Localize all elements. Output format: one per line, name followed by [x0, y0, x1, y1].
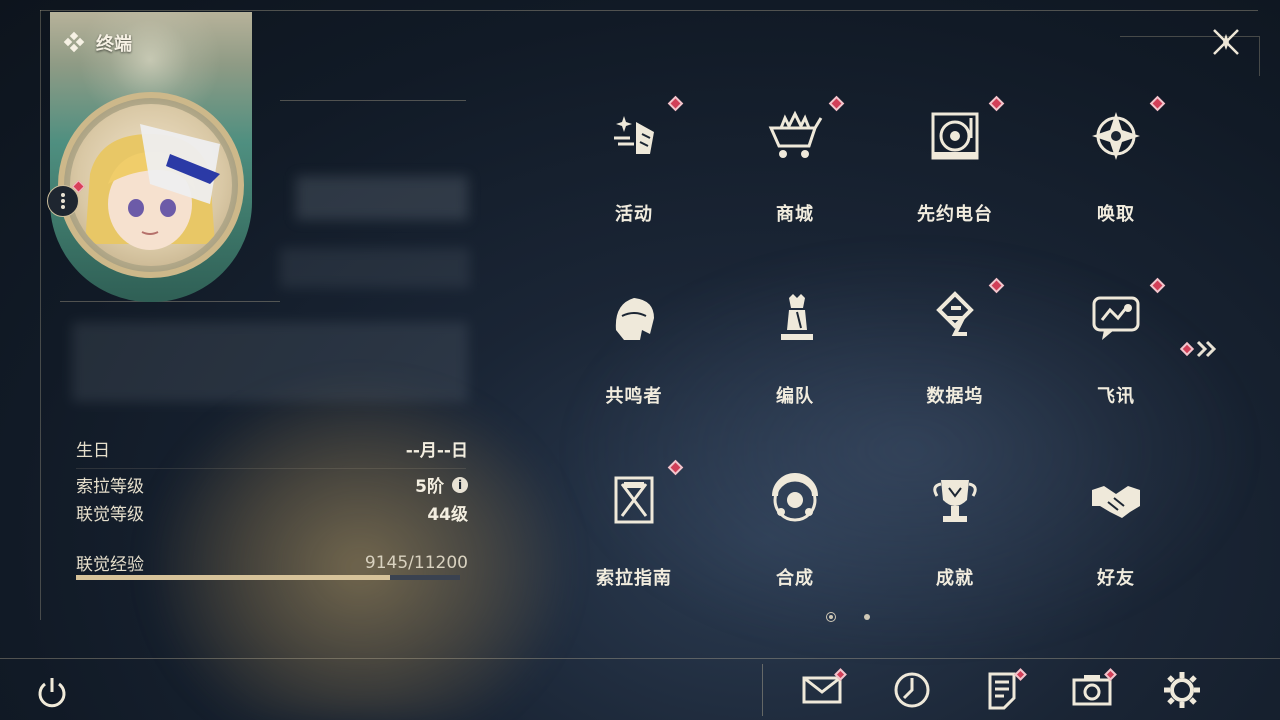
record-player-icon [931, 112, 979, 160]
redacted-signature [72, 322, 468, 402]
menu-label: 飞讯 [1097, 386, 1135, 407]
power-button[interactable] [34, 674, 70, 710]
next-page-button[interactable] [1179, 340, 1218, 358]
menu-label: 活动 [615, 204, 653, 225]
gear-icon [1164, 672, 1200, 708]
menu-item-shop[interactable]: 商城 [745, 95, 845, 236]
pagination [826, 612, 870, 622]
birthday-value: --月--日 [405, 441, 468, 461]
menu-item-guide[interactable]: 索拉指南 [584, 459, 684, 600]
union-exp-row: 联觉经验 9145/11200 [76, 550, 468, 576]
mail-button[interactable] [800, 668, 847, 712]
synthesis-ring-icon [772, 473, 818, 522]
deco-line [76, 468, 466, 469]
deco-line [60, 301, 280, 302]
notification-badge [667, 95, 684, 112]
union-exp-label: 联觉经验 [76, 555, 144, 575]
notification-badge [828, 95, 845, 112]
notification-badge [1149, 277, 1166, 294]
menu-item-resonators[interactable]: 共鸣者 [584, 278, 684, 418]
notification-badge [988, 277, 1005, 294]
trophy-icon [933, 480, 977, 522]
union-exp-value: 9145/11200 [364, 552, 468, 573]
notification-badge [988, 95, 1005, 112]
menu-item-synthesis[interactable]: 合成 [745, 460, 845, 600]
menu-label: 共鸣者 [605, 386, 663, 407]
menu-label: 唤取 [1097, 204, 1135, 225]
redacted-id [280, 248, 470, 288]
card-header: 终端 [62, 30, 132, 56]
page-dot[interactable] [864, 614, 870, 620]
menu-item-friends[interactable]: 好友 [1066, 460, 1166, 600]
close-button[interactable] [1206, 22, 1246, 62]
redacted-name [296, 176, 468, 220]
menu-item-messages[interactable]: 飞讯 [1066, 277, 1166, 418]
menu-label: 数据坞 [926, 386, 984, 407]
menu-item-achievements[interactable]: 成就 [905, 460, 1005, 600]
settings-button[interactable] [1160, 668, 1204, 712]
avatar [70, 104, 232, 266]
frame-top-line [40, 10, 1258, 11]
menu-item-databank[interactable]: 数据坞 [905, 277, 1005, 418]
deco-line [280, 100, 466, 101]
sola-level-value-group: 5阶 i [415, 472, 468, 497]
card-title: 终端 [96, 34, 132, 55]
sola-level-row: 索拉等级 5阶 i [76, 472, 468, 497]
character-profile-icon [615, 298, 654, 340]
menu-label: 先约电台 [917, 204, 993, 225]
menu-label: 成就 [936, 568, 974, 589]
double-chevron-right-icon [1196, 340, 1217, 358]
power-icon [38, 678, 66, 708]
menu-item-events[interactable]: 活动 [584, 95, 684, 236]
frame-left-line [40, 10, 41, 620]
sola-level-label: 索拉等级 [76, 477, 144, 497]
crown-cart-icon [768, 110, 823, 158]
profile-card[interactable]: 终端 [50, 12, 252, 302]
chat-bubble-icon [1092, 296, 1140, 340]
info-icon[interactable]: i [452, 476, 468, 493]
union-level-label: 联觉等级 [76, 505, 144, 525]
page-dot-active[interactable] [826, 612, 836, 622]
more-options-button[interactable] [47, 185, 79, 217]
menu-label: 编队 [776, 386, 814, 407]
menu-label: 商城 [776, 204, 814, 225]
notification-badge [1149, 95, 1166, 112]
handshake-icon [1092, 486, 1140, 518]
notes-button[interactable] [980, 668, 1027, 712]
sola-level-value: 5阶 [415, 477, 444, 497]
menu-label: 索拉指南 [596, 568, 672, 589]
bottom-divider [762, 664, 763, 716]
camera-button[interactable] [1070, 668, 1117, 712]
more-vertical-icon [61, 193, 65, 209]
frame-bottom-line [0, 658, 1280, 659]
birthday-row: 生日 --月--日 [76, 436, 468, 461]
data-emblem-icon [936, 291, 974, 336]
notification-badge [667, 459, 684, 476]
menu-item-radio[interactable]: 先约电台 [905, 95, 1005, 236]
birthday-label: 生日 [76, 441, 110, 461]
guide-book-icon [614, 476, 654, 524]
union-level-row: 联觉等级 44级 [76, 500, 468, 525]
clock-button[interactable] [890, 668, 934, 712]
notification-badge [1179, 341, 1195, 357]
sparkle-flag-icon [614, 116, 654, 154]
close-icon [1213, 29, 1239, 55]
chess-pieces-icon [781, 294, 813, 340]
menu-label: 好友 [1097, 568, 1135, 589]
union-level-value: 44级 [427, 505, 468, 525]
union-exp-bar [76, 575, 460, 580]
menu-item-convene[interactable]: 唤取 [1066, 95, 1166, 236]
diamonds-icon [63, 31, 85, 53]
menu-item-team[interactable]: 编队 [745, 278, 845, 418]
clock-icon [894, 672, 930, 708]
compass-star-icon [1092, 112, 1140, 160]
union-exp-fill [76, 575, 390, 580]
menu-label: 合成 [776, 568, 814, 589]
